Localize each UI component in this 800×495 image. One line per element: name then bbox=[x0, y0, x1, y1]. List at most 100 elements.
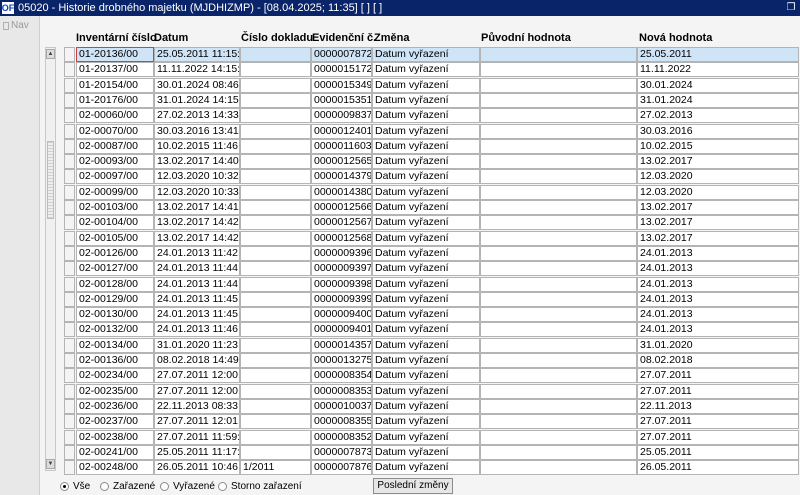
row-selector[interactable] bbox=[64, 337, 75, 353]
row-selector[interactable] bbox=[64, 62, 75, 78]
cell-inv[interactable]: 02-00237/00 bbox=[76, 414, 154, 430]
row-selector[interactable] bbox=[64, 414, 75, 430]
cell-datum[interactable]: 24.01.2013 11:45:25 bbox=[154, 307, 240, 323]
cell-doklad[interactable] bbox=[240, 230, 311, 246]
cell-doklad[interactable] bbox=[240, 353, 311, 368]
recent-changes-button[interactable]: Poslední změny bbox=[373, 478, 453, 494]
row-selector[interactable] bbox=[64, 230, 75, 246]
cell-evid[interactable]: 0000015351 bbox=[311, 92, 372, 108]
cell-puvodni[interactable] bbox=[480, 47, 637, 62]
cell-inv[interactable]: 02-00093/00 bbox=[76, 154, 154, 170]
cell-zmena[interactable]: Datum vyřazení bbox=[372, 200, 480, 215]
cell-evid[interactable]: 0000007872 bbox=[311, 47, 372, 62]
cell-nova[interactable]: 24.01.2013 bbox=[637, 322, 799, 338]
table-row[interactable]: 01-20137/0011.11.2022 14:15:15 0000015172… bbox=[40, 62, 800, 78]
cell-zmena[interactable]: Datum vyřazení bbox=[372, 429, 480, 445]
cell-zmena[interactable]: Datum vyřazení bbox=[372, 337, 480, 353]
cell-evid[interactable]: 0000012566 bbox=[311, 200, 372, 215]
cell-zmena[interactable]: Datum vyřazení bbox=[372, 47, 480, 62]
cell-doklad[interactable] bbox=[240, 200, 311, 215]
cell-inv[interactable]: 02-00234/00 bbox=[76, 368, 154, 384]
cell-doklad[interactable] bbox=[240, 368, 311, 384]
cell-datum[interactable]: 27.07.2011 12:01:23 bbox=[154, 414, 240, 430]
cell-puvodni[interactable] bbox=[480, 398, 637, 414]
table-row[interactable]: 02-00060/0027.02.2013 14:33:51 0000009837… bbox=[40, 108, 800, 124]
cell-evid[interactable]: 0000009398 bbox=[311, 276, 372, 292]
row-selector[interactable] bbox=[64, 398, 75, 414]
cell-zmena[interactable]: Datum vyřazení bbox=[372, 77, 480, 93]
cell-doklad[interactable] bbox=[240, 215, 311, 231]
cell-zmena[interactable]: Datum vyřazení bbox=[372, 460, 480, 476]
cell-zmena[interactable]: Datum vyřazení bbox=[372, 353, 480, 368]
row-selector[interactable] bbox=[64, 291, 75, 307]
cell-evid[interactable]: 0000014357 bbox=[311, 337, 372, 353]
cell-nova[interactable]: 24.01.2013 bbox=[637, 261, 799, 277]
cell-nova[interactable]: 27.07.2011 bbox=[637, 368, 799, 384]
cell-evid[interactable]: 0000008355 bbox=[311, 414, 372, 430]
cell-inv[interactable]: 02-00105/00 bbox=[76, 230, 154, 246]
cell-puvodni[interactable] bbox=[480, 245, 637, 261]
cell-evid[interactable]: 0000012565 bbox=[311, 154, 372, 170]
cell-puvodni[interactable] bbox=[480, 444, 637, 460]
cell-puvodni[interactable] bbox=[480, 169, 637, 185]
cell-doklad[interactable] bbox=[240, 77, 311, 93]
row-selector[interactable] bbox=[64, 47, 75, 62]
cell-doklad[interactable] bbox=[240, 169, 311, 185]
table-row[interactable]: 02-00099/0012.03.2020 10:33:07 0000014380… bbox=[40, 184, 800, 200]
row-selector[interactable] bbox=[64, 92, 75, 108]
cell-datum[interactable]: 27.07.2011 12:00:51 bbox=[154, 368, 240, 384]
cell-datum[interactable]: 25.05.2011 11:15:57 bbox=[154, 47, 240, 62]
row-selector[interactable] bbox=[64, 460, 75, 476]
cell-evid[interactable]: 0000009397 bbox=[311, 261, 372, 277]
cell-zmena[interactable]: Datum vyřazení bbox=[372, 307, 480, 323]
row-selector[interactable] bbox=[64, 123, 75, 139]
restore-window-icon[interactable]: ❐ bbox=[784, 1, 798, 14]
table-row[interactable]: 02-00241/0025.05.2011 11:17:01 0000007873… bbox=[40, 444, 800, 460]
cell-doklad[interactable] bbox=[240, 398, 311, 414]
cell-evid[interactable]: 0000009400 bbox=[311, 307, 372, 323]
cell-datum[interactable]: 08.02.2018 14:49:22 bbox=[154, 353, 240, 368]
cell-inv[interactable]: 02-00236/00 bbox=[76, 398, 154, 414]
cell-nova[interactable]: 10.02.2015 bbox=[637, 138, 799, 154]
cell-inv[interactable]: 02-00104/00 bbox=[76, 215, 154, 231]
cell-inv[interactable]: 02-00241/00 bbox=[76, 444, 154, 460]
cell-datum[interactable]: 12.03.2020 10:32:39 bbox=[154, 169, 240, 185]
table-row[interactable]: 02-00234/0027.07.2011 12:00:51 0000008354… bbox=[40, 368, 800, 384]
cell-puvodni[interactable] bbox=[480, 230, 637, 246]
cell-zmena[interactable]: Datum vyřazení bbox=[372, 184, 480, 200]
cell-doklad[interactable] bbox=[240, 444, 311, 460]
cell-doklad[interactable] bbox=[240, 123, 311, 139]
cell-inv[interactable]: 02-00134/00 bbox=[76, 337, 154, 353]
row-selector[interactable] bbox=[64, 169, 75, 185]
cell-datum[interactable]: 30.01.2024 08:46:03 bbox=[154, 77, 240, 93]
cell-zmena[interactable]: Datum vyřazení bbox=[372, 444, 480, 460]
cell-nova[interactable]: 13.02.2017 bbox=[637, 200, 799, 215]
row-selector[interactable] bbox=[64, 184, 75, 200]
cell-puvodni[interactable] bbox=[480, 123, 637, 139]
cell-evid[interactable]: 0000007876 bbox=[311, 460, 372, 476]
row-selector[interactable] bbox=[64, 429, 75, 445]
cell-nova[interactable]: 13.02.2017 bbox=[637, 154, 799, 170]
cell-zmena[interactable]: Datum vyřazení bbox=[372, 92, 480, 108]
cell-nova[interactable]: 12.03.2020 bbox=[637, 169, 799, 185]
cell-inv[interactable]: 02-00238/00 bbox=[76, 429, 154, 445]
cell-puvodni[interactable] bbox=[480, 200, 637, 215]
cell-evid[interactable]: 0000012401 bbox=[311, 123, 372, 139]
cell-zmena[interactable]: Datum vyřazení bbox=[372, 383, 480, 399]
filter-radio-storno-zarazeni[interactable]: Storno zařazení bbox=[218, 481, 302, 492]
cell-puvodni[interactable] bbox=[480, 77, 637, 93]
row-selector[interactable] bbox=[64, 245, 75, 261]
cell-doklad[interactable] bbox=[240, 62, 311, 78]
cell-zmena[interactable]: Datum vyřazení bbox=[372, 368, 480, 384]
cell-nova[interactable]: 25.05.2011 bbox=[637, 47, 799, 62]
table-row[interactable]: 02-00105/0013.02.2017 14:42:27 0000012568… bbox=[40, 230, 800, 246]
cell-zmena[interactable]: Datum vyřazení bbox=[372, 215, 480, 231]
cell-doklad[interactable] bbox=[240, 245, 311, 261]
cell-inv[interactable]: 02-00129/00 bbox=[76, 291, 154, 307]
cell-puvodni[interactable] bbox=[480, 460, 637, 476]
cell-datum[interactable]: 13.02.2017 14:40:43 bbox=[154, 154, 240, 170]
cell-puvodni[interactable] bbox=[480, 322, 637, 338]
cell-evid[interactable]: 0000015349 bbox=[311, 77, 372, 93]
cell-puvodni[interactable] bbox=[480, 184, 637, 200]
cell-zmena[interactable]: Datum vyřazení bbox=[372, 276, 480, 292]
